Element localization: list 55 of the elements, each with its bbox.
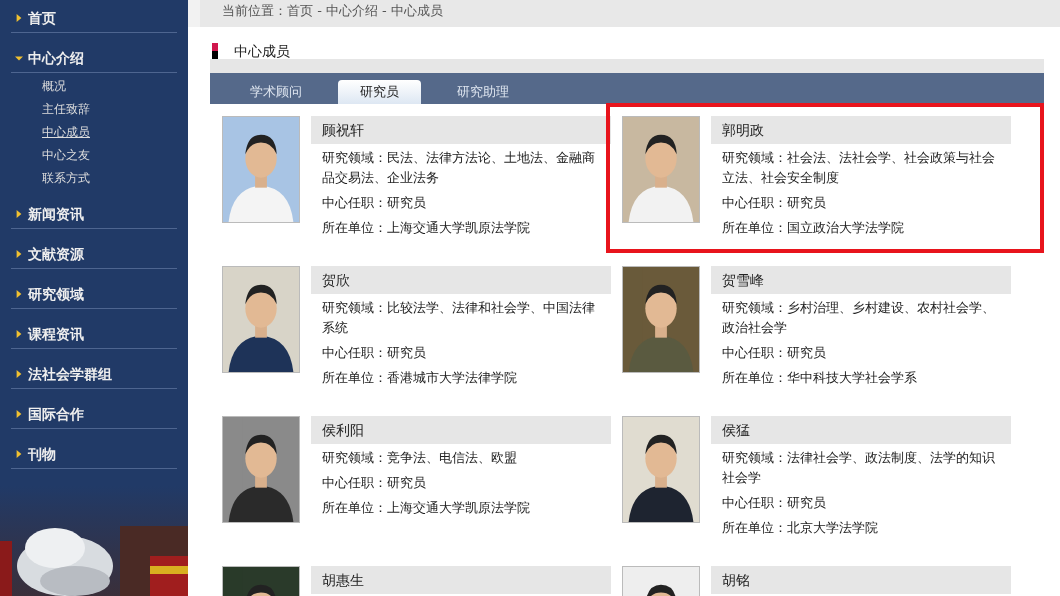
caret-right-icon xyxy=(15,409,23,419)
sidebar-item[interactable]: 法社会学群组 xyxy=(11,360,177,389)
sidebar-subitem[interactable]: 联系方式 xyxy=(42,167,90,190)
sidebar-subitem[interactable]: 中心之友 xyxy=(42,144,90,167)
member-info: 中心任职：研究员 xyxy=(322,344,427,362)
section-title: 中心成员 xyxy=(234,41,290,61)
sidebar-item[interactable]: 首页 xyxy=(11,4,177,33)
caret-right-icon xyxy=(15,209,23,219)
member-name: 郭明政 xyxy=(711,116,1011,144)
tab[interactable]: 研究员 xyxy=(338,80,421,104)
sidebar-item[interactable]: 研究领域 xyxy=(11,280,177,309)
member-name: 侯猛 xyxy=(711,416,1011,444)
member-info: 中心任职：研究员 xyxy=(322,474,427,492)
member-info: 所在单位：上海交通大学凯原法学院 xyxy=(322,499,531,517)
member-info: 所在单位：香港城市大学法律学院 xyxy=(322,369,518,387)
member-info: 研究领域：乡村治理、乡村建设、农村社会学、政治社会学 xyxy=(722,299,996,337)
tab[interactable]: 研究助理 xyxy=(435,80,531,104)
member-info: 所在单位：国立政治大学法学院 xyxy=(722,219,905,237)
sidebar-subitem[interactable]: 中心成员 xyxy=(42,121,90,144)
member-info: 研究领域：竞争法、电信法、欧盟 xyxy=(322,449,518,467)
sidebar-item[interactable]: 课程资讯 xyxy=(11,320,177,349)
member-info: 所在单位：华中科技大学社会学系 xyxy=(722,369,918,387)
member-info: 研究领域：比较法学、法律和社会学、中国法律系统 xyxy=(322,299,596,337)
caret-right-icon xyxy=(15,249,23,259)
sidebar-item[interactable]: 刊物 xyxy=(11,440,177,469)
member-info: 中心任职：研究员 xyxy=(722,194,827,212)
sidebar-item[interactable]: 国际合作 xyxy=(11,400,177,429)
tab[interactable]: 学术顾问 xyxy=(228,80,324,104)
member-info: 中心任职：研究员 xyxy=(722,344,827,362)
member-name: 贺欣 xyxy=(311,266,611,294)
member-name: 顾祝轩 xyxy=(311,116,611,144)
member-name: 侯利阳 xyxy=(311,416,611,444)
member-name: 贺雪峰 xyxy=(711,266,1011,294)
member-name: 胡铭 xyxy=(711,566,1011,594)
member-name: 胡惠生 xyxy=(311,566,611,594)
member-info: 研究领域：社会法、法社会学、社会政策与社会立法、社会安全制度 xyxy=(722,149,996,187)
title-marker-icon xyxy=(212,43,218,59)
member-info: 中心任职：研究员 xyxy=(722,494,827,512)
member-info: 所在单位：上海交通大学凯原法学院 xyxy=(322,219,531,237)
caret-right-icon xyxy=(15,329,23,339)
breadcrumb: 当前位置：首页 - 中心介绍 - 中心成员 xyxy=(188,0,1060,27)
member-info: 中心任职：研究员 xyxy=(322,194,427,212)
member-info: 研究领域：法律社会学、政法制度、法学的知识社会学 xyxy=(722,449,996,487)
caret-right-icon xyxy=(15,289,23,299)
sidebar-subitem[interactable]: 概况 xyxy=(42,75,66,98)
caret-right-icon xyxy=(15,13,23,23)
member-info: 所在单位：北京大学法学院 xyxy=(722,519,879,537)
sidebar-item[interactable]: 文献资源 xyxy=(11,240,177,269)
caret-right-icon xyxy=(15,369,23,379)
member-info: 研究领域：民法、法律方法论、土地法、金融商品交易法、企业法务 xyxy=(322,149,596,187)
sidebar-item[interactable]: 新闻资讯 xyxy=(11,200,177,229)
sidebar-subitem[interactable]: 主任致辞 xyxy=(42,98,90,121)
caret-right-icon xyxy=(15,449,23,459)
sidebar-item[interactable]: 中心介绍 xyxy=(11,44,177,73)
caret-down-icon xyxy=(15,53,23,63)
